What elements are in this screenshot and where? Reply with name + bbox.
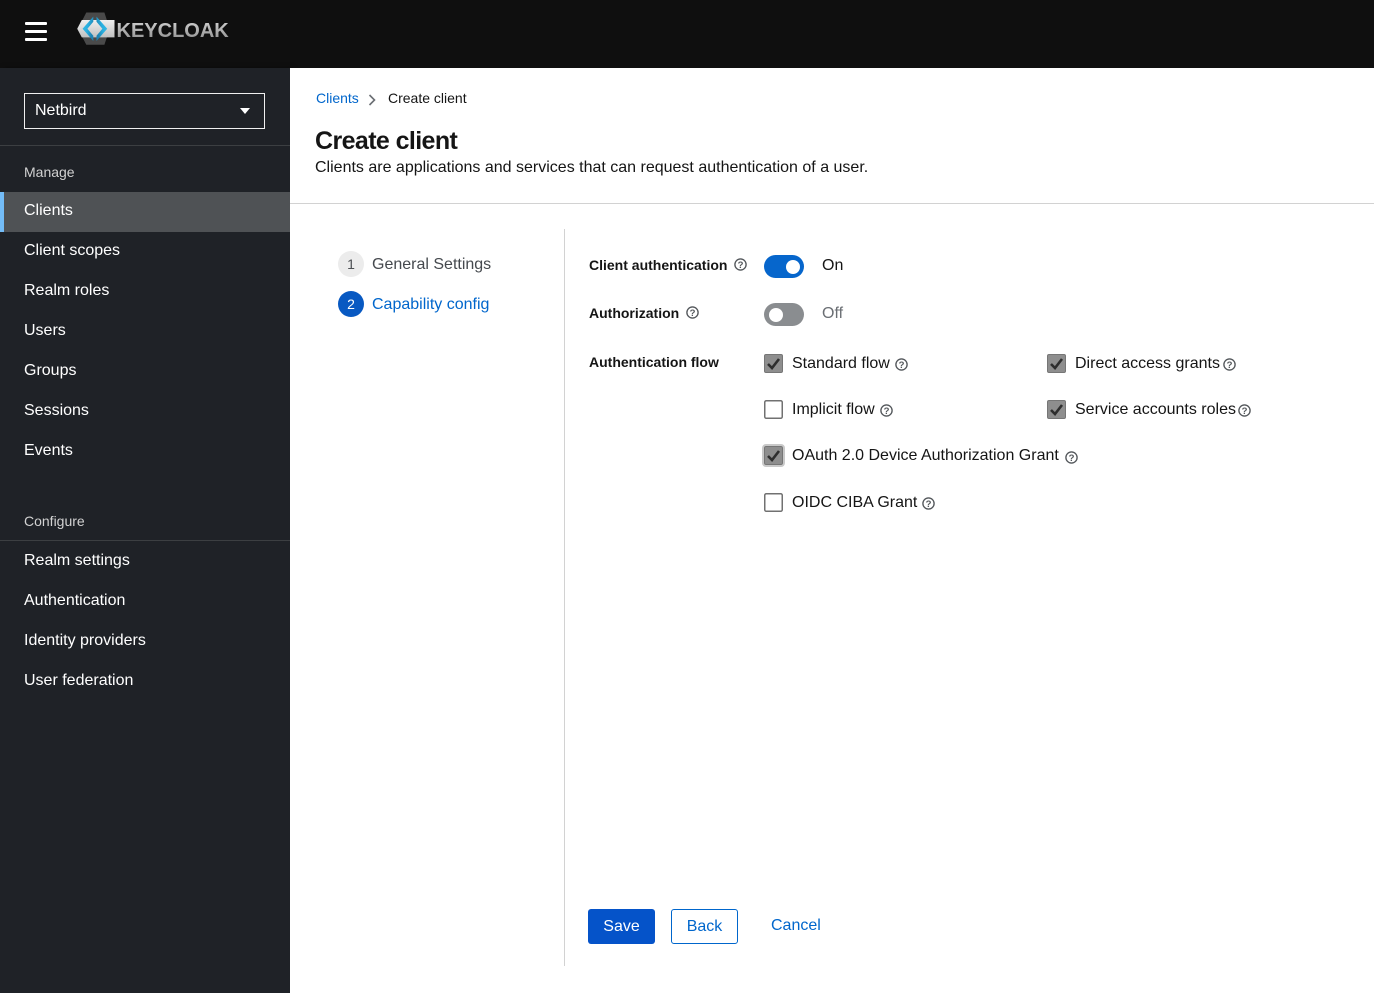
svg-text:?: ? <box>884 405 890 416</box>
svg-text:?: ? <box>737 260 743 271</box>
svg-text:?: ? <box>689 308 695 319</box>
svg-text:?: ? <box>1241 406 1247 417</box>
svg-text:?: ? <box>1226 360 1232 371</box>
svg-text:?: ? <box>898 360 904 371</box>
svg-text:KEYCLOAK: KEYCLOAK <box>117 20 230 42</box>
svg-text:?: ? <box>925 499 931 510</box>
svg-text:?: ? <box>1068 452 1074 463</box>
